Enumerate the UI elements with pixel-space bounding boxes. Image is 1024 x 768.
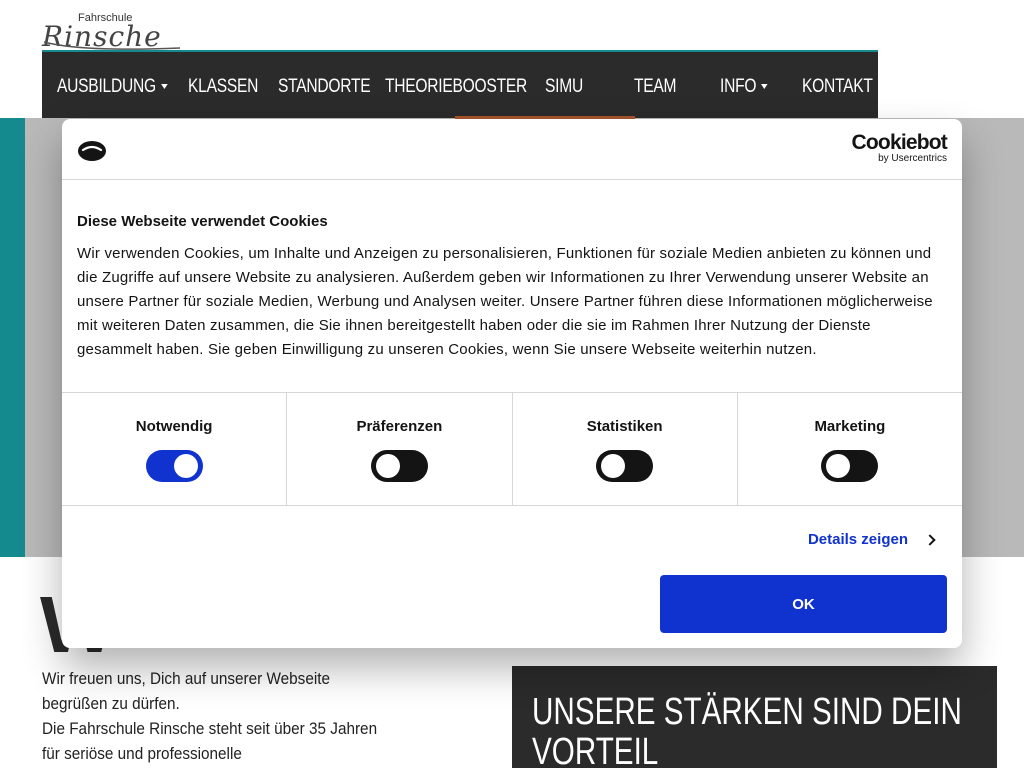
site-logo[interactable]: Fahrschule Rinsche xyxy=(42,10,182,53)
strengths-box: UNSERE STÄRKEN SIND DEIN VORTEIL xyxy=(512,666,997,768)
toggle-label: Marketing xyxy=(814,418,886,435)
toggle-label: Präferenzen xyxy=(356,418,443,435)
toggle-cell-statistiken: Statistiken xyxy=(513,393,738,505)
ok-button[interactable]: OK xyxy=(660,575,947,633)
hero-teal-bar xyxy=(0,118,25,557)
main-navbar: AUSBILDUNG KLASSEN STANDORTE THEORIEBOOS… xyxy=(42,50,878,118)
details-link[interactable]: Details zeigen xyxy=(807,531,936,548)
intro-paragraph-1: Wir freuen uns, Dich auf unserer Webseit… xyxy=(42,669,330,713)
cookie-consent-dialog: Cookiebot by Usercentrics Diese Webseite… xyxy=(62,119,962,648)
toggle-cell-marketing: Marketing xyxy=(738,393,962,505)
nav-item-info[interactable]: INFO xyxy=(720,76,768,98)
toggle-knob xyxy=(173,454,198,478)
toggle-knob xyxy=(826,454,851,478)
brand-sub: by Usercentrics xyxy=(878,153,947,164)
toggle-marketing[interactable] xyxy=(821,450,879,482)
nav-item-theoriebooster[interactable]: THEORIEBOOSTER xyxy=(385,76,527,98)
brand-name: Cookiebot xyxy=(851,131,948,154)
toggle-knob xyxy=(375,454,400,478)
toggle-label: Statistiken xyxy=(586,418,663,435)
caret-down-icon xyxy=(761,84,768,90)
toggle-label: Notwendig xyxy=(135,418,213,435)
toggle-knob xyxy=(601,454,626,478)
chevron-right-icon xyxy=(924,533,936,546)
intro-text: Wir freuen uns, Dich auf unserer Webseit… xyxy=(42,666,384,768)
toggle-notwendig[interactable] xyxy=(145,450,203,482)
toggle-cell-notwendig: Notwendig xyxy=(62,393,288,505)
dialog-header: Cookiebot by Usercentrics xyxy=(62,119,962,180)
nav-item-ausbildung[interactable]: AUSBILDUNG xyxy=(57,76,168,98)
consent-toggles: Notwendig Präferenzen Statistiken Market… xyxy=(62,393,962,506)
strengths-title-line-1: UNSERE STÄRKEN SIND DEIN xyxy=(532,691,962,733)
dialog-title: Diese Webseite verwendet Cookies xyxy=(77,213,328,230)
cookiebot-logo-icon xyxy=(78,141,106,161)
strengths-title-line-2: VORTEIL xyxy=(532,731,659,768)
details-label: Details zeigen xyxy=(807,531,908,548)
strengths-title: UNSERE STÄRKEN SIND DEIN VORTEIL xyxy=(532,691,962,768)
dialog-body: Diese Webseite verwendet Cookies Wir ver… xyxy=(62,180,962,393)
nav-item-standorte[interactable]: STANDORTE xyxy=(278,76,371,98)
nav-item-team[interactable]: TEAM xyxy=(634,76,677,98)
nav-item-kontakt[interactable]: KONTAKT xyxy=(802,76,873,98)
intro-paragraph-2: Die Fahrschule Rinsche steht seit über 3… xyxy=(42,719,378,763)
toggle-praeferenzen[interactable] xyxy=(370,450,428,482)
cookiebot-brand[interactable]: Cookiebot by Usercentrics xyxy=(851,131,948,164)
nav-item-klassen[interactable]: KLASSEN xyxy=(188,76,258,98)
toggle-statistiken[interactable] xyxy=(596,450,654,482)
toggle-cell-praeferenzen: Präferenzen xyxy=(287,393,513,505)
dialog-text: Wir verwenden Cookies, um Inhalte und An… xyxy=(77,245,933,358)
caret-down-icon xyxy=(160,84,168,90)
nav-item-simu[interactable]: SIMU xyxy=(545,76,583,98)
